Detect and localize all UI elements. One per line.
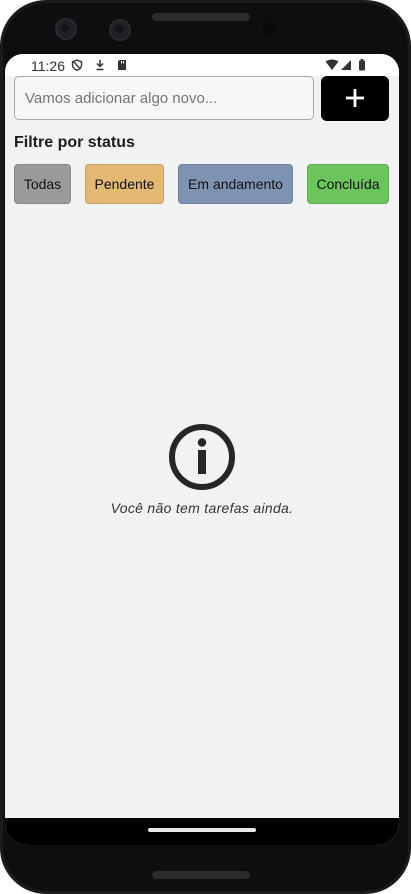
- home-gesture-bar[interactable]: [148, 828, 256, 832]
- add-task-button[interactable]: [321, 76, 389, 121]
- plus-icon: [346, 89, 364, 107]
- status-time: 11:26: [31, 58, 65, 74]
- shield-icon: [71, 59, 83, 71]
- bottom-speaker: [152, 871, 250, 879]
- app-screen: 11:26 Vamos adicionar algo novo... Filtr…: [5, 54, 399, 845]
- system-navigation-bar: [5, 818, 399, 845]
- status-bar: 11:26: [5, 54, 399, 76]
- earpiece-speaker: [152, 13, 250, 21]
- sd-card-icon: [118, 60, 126, 70]
- filter-chip-em-andamento[interactable]: Em andamento: [178, 164, 293, 204]
- filter-chip-concluida[interactable]: Concluída: [307, 164, 389, 204]
- new-task-input[interactable]: [14, 76, 314, 120]
- wifi-signal-battery-icons: [325, 59, 365, 71]
- filter-title: Filtre por status: [14, 134, 135, 151]
- filter-chip-todas[interactable]: Todas: [14, 164, 71, 204]
- front-camera-icon: [55, 18, 77, 40]
- proximity-sensor: [263, 22, 277, 36]
- filter-chip-pendente[interactable]: Pendente: [85, 164, 164, 204]
- empty-state-message: Você não tem tarefas ainda.: [110, 500, 294, 516]
- front-sensor-icon: [109, 19, 131, 41]
- phone-frame: 11:26 Vamos adicionar algo novo... Filtr…: [0, 0, 411, 894]
- info-icon: [169, 424, 235, 490]
- main-content: Filtre por status Todas Pendente Em anda…: [5, 76, 399, 818]
- download-icon: [96, 60, 104, 71]
